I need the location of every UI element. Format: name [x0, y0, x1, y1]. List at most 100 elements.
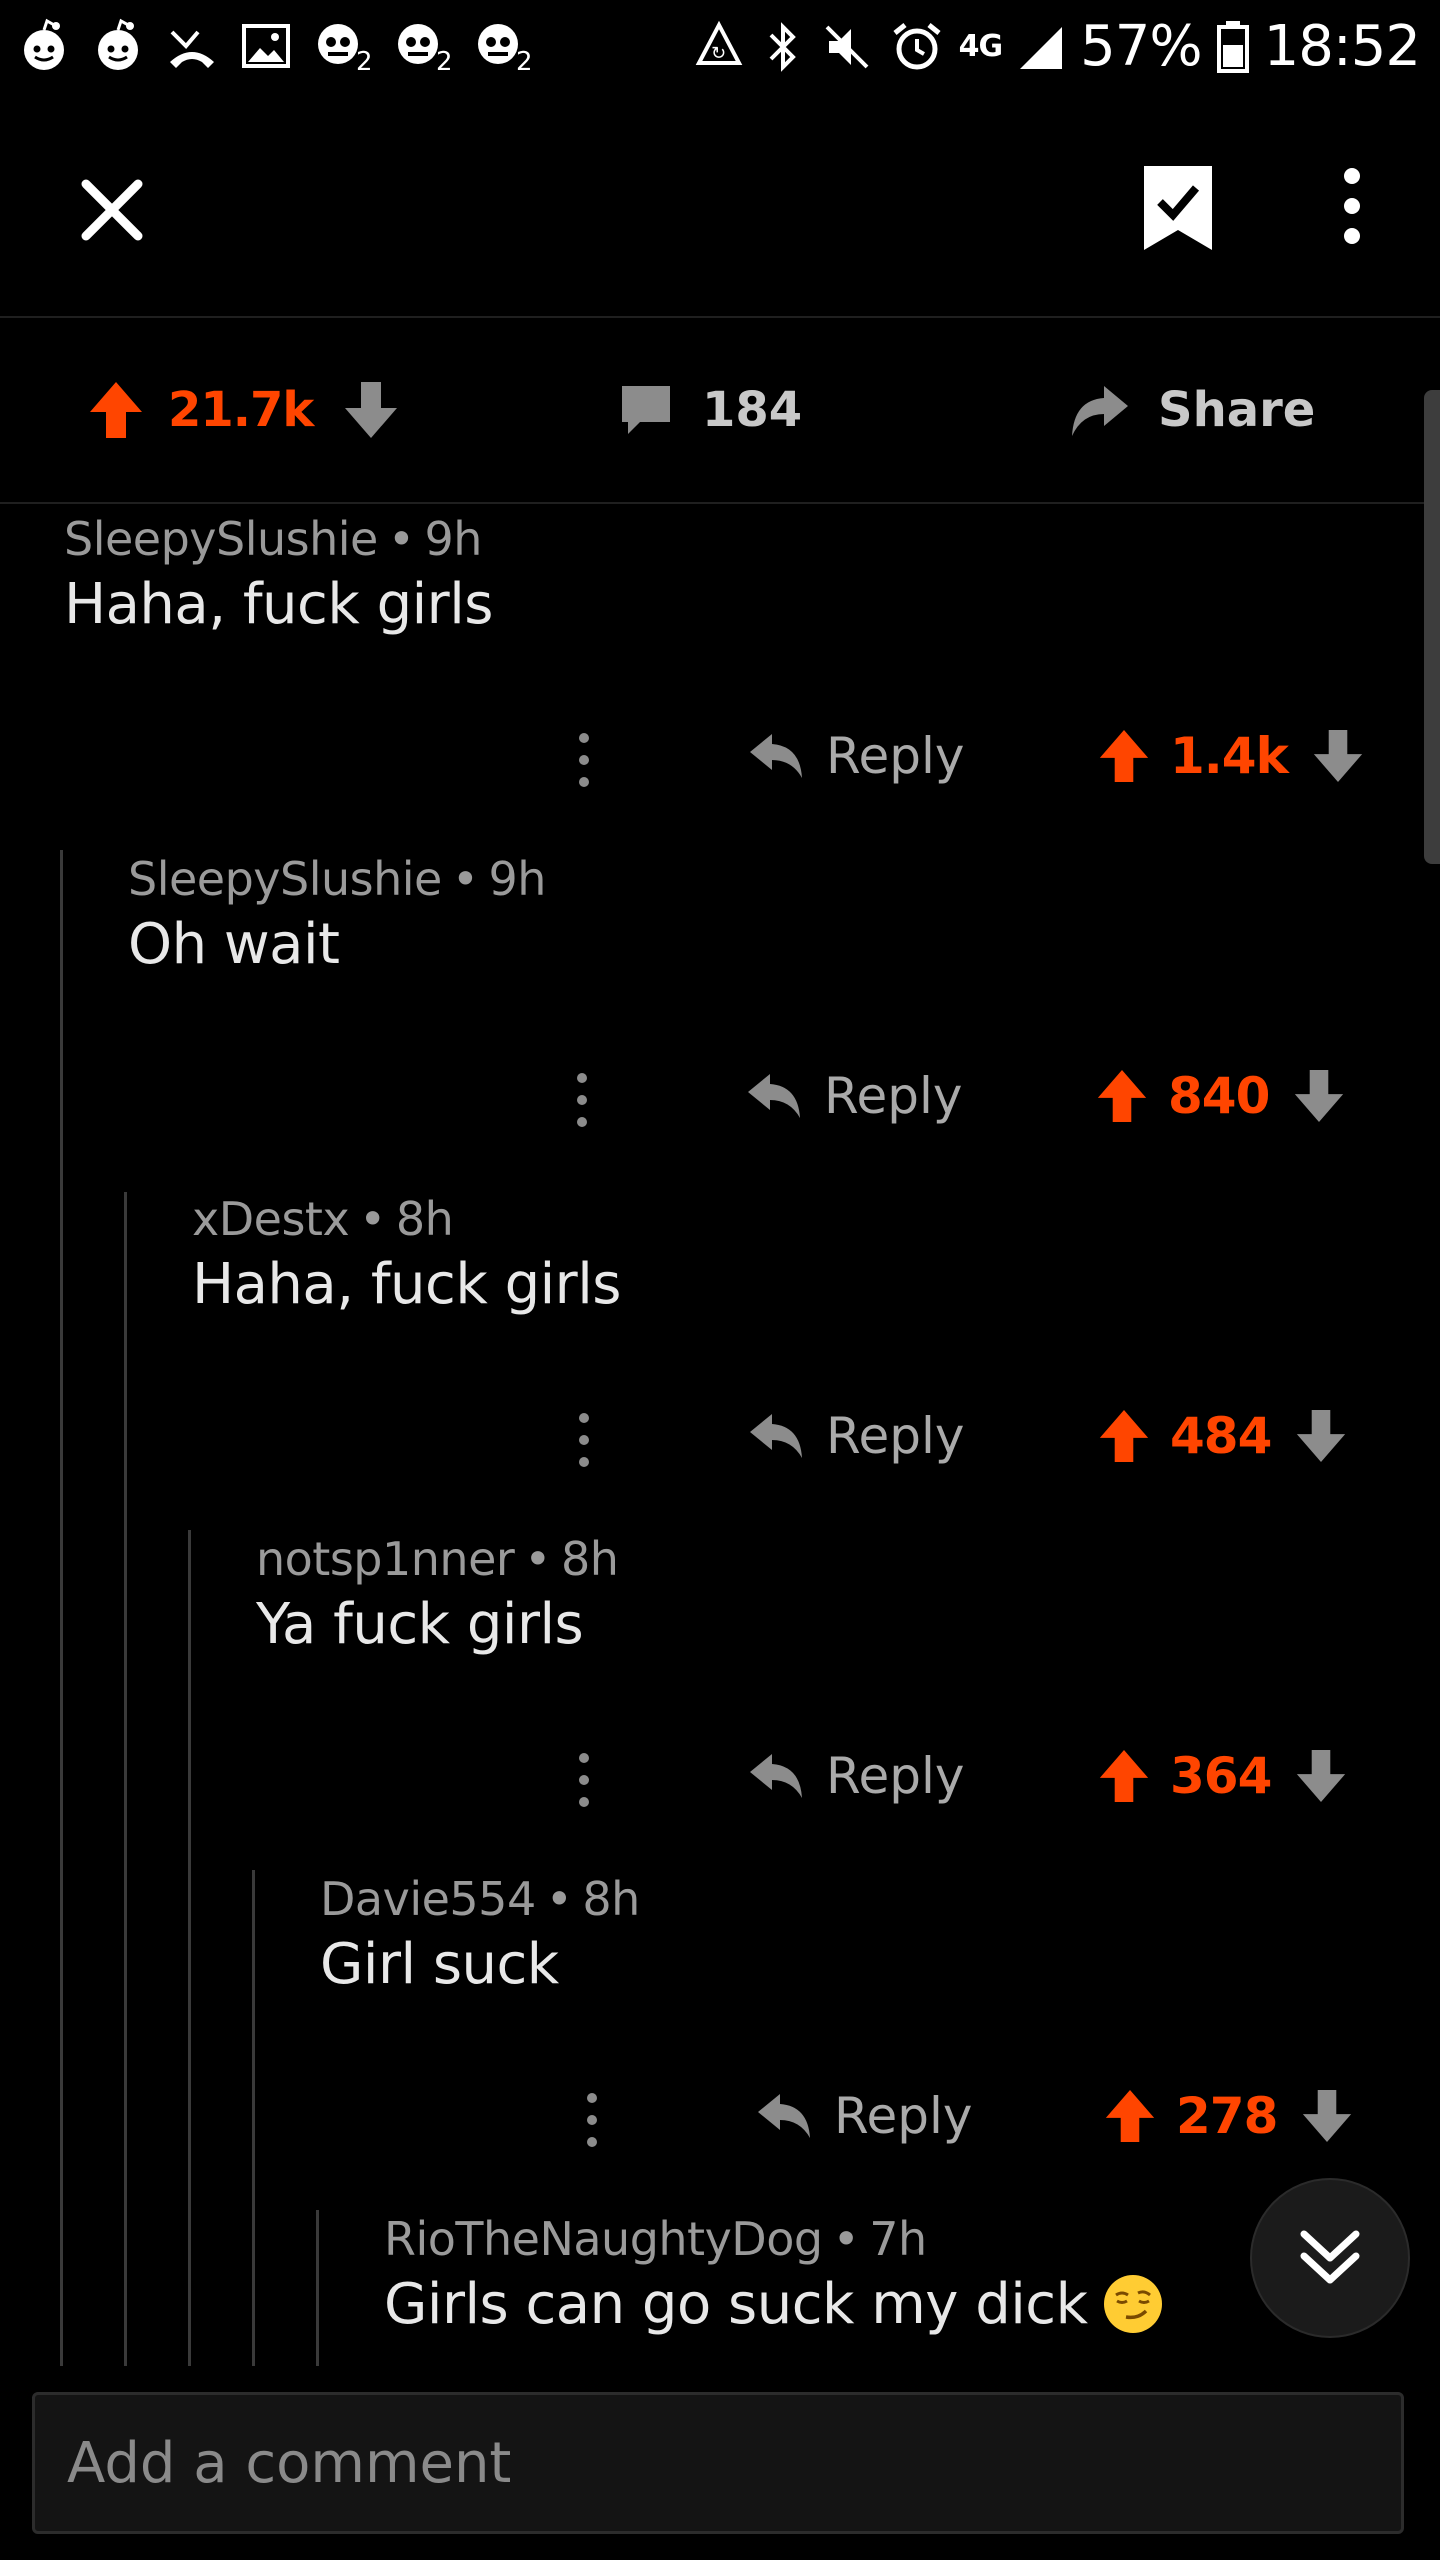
comment-score: 1.4k — [1170, 727, 1289, 785]
comment-more-icon[interactable] — [574, 1752, 594, 1808]
comment-time: 9h — [488, 852, 546, 906]
upvote-icon[interactable] — [1098, 728, 1150, 784]
comment-body: Haha, fuck girls — [192, 1252, 621, 1317]
comment-body-row: Girls can go suck my dick — [384, 2272, 1244, 2339]
svg-text:2: 2 — [436, 47, 453, 74]
comment-actions: Reply 840 — [0, 1058, 1440, 1128]
reply-label: Reply — [826, 1407, 965, 1465]
smirk-emoji-icon — [1103, 2274, 1162, 2333]
comment-score: 364 — [1170, 1747, 1272, 1805]
app-notification-icon: 2 — [318, 24, 373, 74]
comment-vote-group: 840 — [1096, 1066, 1345, 1126]
comment: SleepySlushie • 9h Oh wait — [128, 852, 1368, 977]
upvote-icon[interactable] — [1098, 1748, 1150, 1804]
comment-vote-group: 1.4k — [1098, 726, 1364, 786]
reply-button[interactable]: Reply — [748, 1406, 964, 1466]
reply-icon — [758, 2094, 810, 2138]
comments-count-button[interactable]: 184 — [618, 380, 802, 440]
comment-score: 840 — [1168, 1067, 1270, 1125]
double-chevron-down-icon — [1300, 2230, 1360, 2284]
downvote-icon[interactable] — [1293, 1068, 1345, 1124]
comment-vote-group: 364 — [1098, 1746, 1347, 1806]
reply-label: Reply — [826, 1747, 965, 1805]
comment-actions: Reply 484 — [0, 1398, 1440, 1468]
downvote-icon[interactable] — [343, 380, 399, 440]
reply-button[interactable]: Reply — [748, 726, 964, 786]
save-button[interactable] — [1138, 162, 1218, 254]
comments-count: 184 — [702, 382, 803, 438]
mute-icon — [825, 25, 869, 68]
bookmark-check-icon — [1144, 166, 1212, 250]
comment-meta: SleepySlushie • 9h — [128, 852, 546, 906]
comment-author[interactable]: RioTheNaughtyDog — [384, 2212, 823, 2266]
svg-text:↻: ↻ — [711, 43, 726, 64]
reply-icon — [750, 734, 802, 778]
upvote-icon[interactable] — [1096, 1068, 1148, 1124]
comment-actions: Reply 364 — [0, 1738, 1440, 1808]
share-button[interactable]: Share — [1068, 380, 1315, 440]
upvote-icon[interactable] — [1104, 2088, 1156, 2144]
more-options-button[interactable] — [1320, 166, 1384, 246]
missed-call-icon — [170, 30, 214, 68]
signal-icon — [1020, 26, 1063, 69]
comment-author[interactable]: xDestx — [192, 1192, 350, 1246]
comment-meta: notsp1nner • 8h — [256, 1532, 619, 1586]
clock: 18:52 — [1263, 14, 1421, 79]
post-score: 21.7k — [168, 382, 314, 438]
comment-more-icon[interactable] — [574, 732, 594, 788]
bluetooth-icon — [769, 21, 796, 72]
recycle-icon: ↻ — [695, 20, 742, 65]
comment-author[interactable]: SleepySlushie — [128, 852, 442, 906]
upvote-icon[interactable] — [88, 380, 144, 440]
comment-icon — [622, 386, 670, 434]
comment: notsp1nner • 8h Ya fuck girls — [256, 1532, 1376, 1657]
close-button[interactable] — [72, 170, 152, 250]
comment-time: 8h — [395, 1192, 454, 1246]
upvote-icon[interactable] — [1098, 1408, 1150, 1464]
app-notification-icon: 2 — [478, 24, 533, 74]
comment-meta: SleepySlushie • 9h — [64, 512, 482, 566]
comment-more-icon[interactable] — [582, 2092, 602, 2148]
comment: SleepySlushie • 9h Haha, fuck girls — [64, 512, 1364, 637]
share-icon — [1072, 386, 1128, 436]
comment-author[interactable]: SleepySlushie — [64, 512, 378, 566]
post-action-bar: 21.7k 184 Share — [0, 318, 1440, 504]
notification-icons: 2 2 2 — [16, 18, 534, 74]
comment-actions: Reply 1.4k — [0, 718, 1440, 788]
reddit-notification-icon — [98, 18, 138, 70]
add-comment-input[interactable] — [35, 2395, 1401, 2531]
comment-body: Girls can go suck my dick — [384, 2272, 1088, 2337]
comment-meta: RioTheNaughtyDog • 7h — [384, 2212, 927, 2266]
scrollbar[interactable] — [1424, 390, 1440, 864]
thread-line — [188, 1530, 191, 2366]
comment-vote-group: 484 — [1098, 1406, 1347, 1466]
reply-button[interactable]: Reply — [746, 1066, 962, 1126]
downvote-icon[interactable] — [1312, 728, 1364, 784]
reply-label: Reply — [826, 727, 965, 785]
image-icon — [242, 24, 290, 68]
comment-more-icon[interactable] — [574, 1412, 594, 1468]
reply-icon — [750, 1754, 802, 1798]
downvote-icon[interactable] — [1301, 2088, 1353, 2144]
comment: RioTheNaughtyDog • 7h Girls can go suck my… — [384, 2212, 1244, 2339]
downvote-icon[interactable] — [1295, 1748, 1347, 1804]
comment-score: 278 — [1176, 2087, 1278, 2145]
comment-author[interactable]: notsp1nner — [256, 1532, 515, 1586]
comment-time: 8h — [582, 1872, 640, 1926]
comment-time: 8h — [560, 1532, 619, 1586]
reply-button[interactable]: Reply — [756, 2086, 972, 2146]
battery-icon — [1216, 20, 1249, 73]
comment-author[interactable]: Davie554 — [320, 1872, 536, 1926]
system-icons: ↻ 4G 57% 18:52 — [691, 14, 1421, 79]
reply-button[interactable]: Reply — [748, 1746, 964, 1806]
comment-vote-group: 278 — [1104, 2086, 1353, 2146]
network-type: 4G — [958, 29, 1003, 64]
comment-more-icon[interactable] — [572, 1072, 592, 1128]
thread-line — [316, 2210, 319, 2366]
top-app-bar — [0, 100, 1440, 318]
post-vote-group: 21.7k — [88, 380, 399, 440]
downvote-icon[interactable] — [1295, 1408, 1347, 1464]
close-icon — [81, 179, 143, 241]
jump-next-comment-button[interactable] — [1250, 2178, 1410, 2338]
app-notification-icon: 2 — [398, 24, 453, 74]
